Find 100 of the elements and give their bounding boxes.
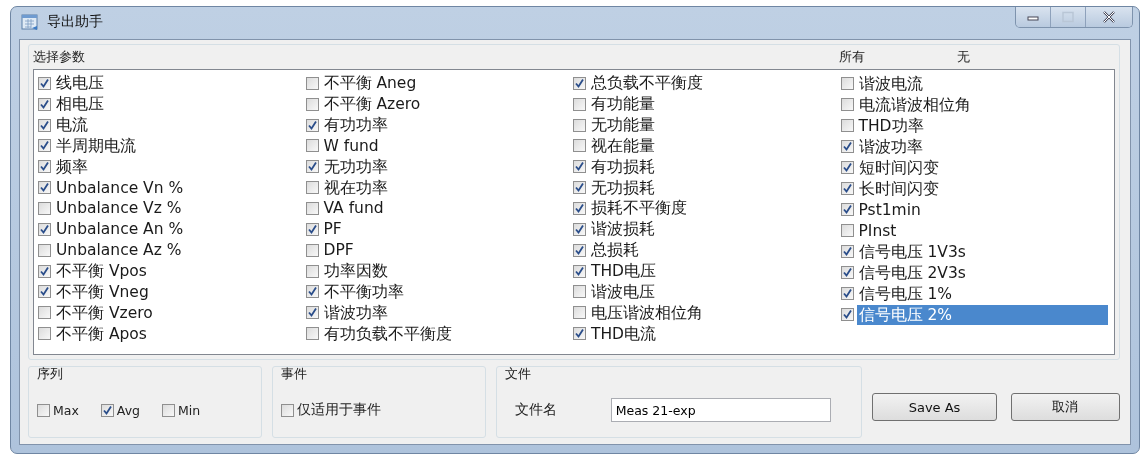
parameter-option[interactable]: 不平衡 Vzero: [54, 302, 155, 323]
checkbox[interactable]: [38, 97, 51, 111]
checkbox[interactable]: [38, 327, 51, 341]
parameter-option[interactable]: Unbalance Vz %: [54, 198, 184, 219]
parameter-option[interactable]: 谐波功率: [856, 136, 925, 157]
checkbox[interactable]: [573, 285, 586, 299]
checkbox[interactable]: [840, 182, 854, 195]
checkbox[interactable]: [840, 119, 854, 132]
checkbox[interactable]: [840, 287, 854, 300]
checkbox[interactable]: [38, 76, 51, 90]
checkbox[interactable]: [305, 306, 319, 320]
checkbox[interactable]: [573, 97, 586, 111]
checkbox[interactable]: [573, 264, 586, 278]
parameter-option[interactable]: 电流: [54, 115, 90, 136]
parameter-option[interactable]: 损耗不平衡度: [589, 198, 689, 219]
checkbox[interactable]: [38, 285, 51, 299]
checkbox[interactable]: [305, 327, 319, 341]
checkbox[interactable]: [305, 97, 319, 111]
parameter-option[interactable]: 信号电压 1%: [856, 283, 955, 304]
checkbox[interactable]: [38, 160, 51, 174]
parameter-option[interactable]: 不平衡 Azero: [321, 94, 423, 115]
parameter-option[interactable]: 谐波功率: [321, 302, 390, 323]
parameter-option[interactable]: DPF: [321, 240, 356, 261]
parameter-option[interactable]: 无功损耗: [589, 177, 657, 198]
checkbox[interactable]: [573, 160, 586, 174]
checkbox[interactable]: [840, 98, 854, 111]
checkbox[interactable]: [305, 139, 319, 153]
checkbox[interactable]: [573, 306, 586, 320]
checkbox[interactable]: [573, 222, 586, 236]
checkbox[interactable]: [38, 118, 51, 132]
parameter-option[interactable]: 不平衡 Aneg: [321, 73, 419, 94]
parameter-option[interactable]: 有功损耗: [589, 156, 657, 177]
parameter-option[interactable]: 功率因数: [321, 261, 390, 281]
parameter-option[interactable]: 有功功率: [321, 115, 390, 136]
parameter-option[interactable]: Unbalance An %: [54, 219, 186, 240]
checkbox[interactable]: [840, 224, 854, 237]
parameter-option[interactable]: 不平衡 Vpos: [54, 261, 149, 281]
checkbox[interactable]: [305, 181, 319, 195]
parameter-option[interactable]: 不平衡功率: [321, 281, 406, 302]
parameter-option[interactable]: 信号电压 1V3s: [856, 241, 968, 262]
checkbox[interactable]: [840, 140, 854, 153]
checkbox[interactable]: [38, 181, 51, 195]
parameter-option[interactable]: THD电流: [589, 323, 659, 344]
parameter-option[interactable]: 无功能量: [589, 115, 657, 136]
parameter-option[interactable]: VA fund: [321, 198, 386, 219]
parameter-option[interactable]: 有功能量: [589, 94, 657, 115]
parameter-option[interactable]: 电压谐波相位角: [589, 302, 705, 323]
checkbox[interactable]: [38, 264, 51, 278]
parameter-option[interactable]: 视在功率: [321, 177, 390, 198]
checkbox[interactable]: [573, 327, 586, 341]
checkbox[interactable]: [840, 308, 854, 321]
parameter-option[interactable]: THD电压: [589, 261, 659, 281]
filename-field[interactable]: Meas 21-exp: [610, 398, 831, 422]
parameter-option[interactable]: 信号电压 2%: [856, 304, 1108, 325]
parameter-option[interactable]: 相电压: [54, 94, 106, 115]
checkbox[interactable]: [162, 403, 175, 417]
checkbox[interactable]: [840, 203, 854, 216]
parameter-option[interactable]: 长时间闪变: [856, 178, 941, 199]
parameter-option[interactable]: 谐波电压: [589, 281, 657, 302]
checkbox[interactable]: [573, 118, 586, 132]
checkbox[interactable]: [573, 76, 586, 90]
checkbox[interactable]: [573, 139, 586, 153]
checkbox[interactable]: [305, 222, 319, 236]
parameter-option[interactable]: PInst: [856, 220, 899, 241]
checkbox[interactable]: [280, 403, 294, 417]
checkbox[interactable]: [38, 202, 51, 215]
checkbox[interactable]: [100, 403, 114, 417]
checkbox[interactable]: [840, 77, 854, 90]
parameter-option[interactable]: 总损耗: [589, 240, 641, 261]
minimize-button[interactable]: [1016, 7, 1050, 27]
parameter-option[interactable]: Unbalance Az %: [54, 240, 184, 261]
parameter-option[interactable]: PF: [321, 219, 344, 240]
parameter-option[interactable]: 信号电压 2V3s: [856, 262, 968, 283]
close-button[interactable]: [1085, 7, 1132, 27]
parameter-option[interactable]: W fund: [321, 135, 381, 156]
parameter-option[interactable]: 短时间闪变: [856, 157, 941, 178]
checkbox[interactable]: [840, 161, 854, 174]
parameter-option[interactable]: Pst1min: [856, 199, 923, 220]
checkbox[interactable]: [305, 118, 319, 132]
parameter-option[interactable]: 不平衡 Apos: [54, 323, 149, 344]
parameter-option[interactable]: 频率: [54, 156, 90, 177]
checkbox[interactable]: [38, 306, 51, 320]
checkbox[interactable]: [305, 202, 319, 215]
cancel-button[interactable]: 取消: [1011, 393, 1120, 421]
parameter-option[interactable]: 视在能量: [589, 135, 657, 156]
parameter-option[interactable]: 线电压: [54, 73, 106, 94]
checkbox[interactable]: [305, 160, 319, 174]
checkbox[interactable]: [305, 264, 319, 278]
checkbox[interactable]: [305, 285, 319, 299]
checkbox[interactable]: [305, 243, 319, 257]
parameter-option[interactable]: 半周期电流: [54, 135, 138, 156]
checkbox[interactable]: [38, 139, 51, 153]
select-all-link[interactable]: 所有: [839, 48, 887, 66]
checkbox[interactable]: [573, 181, 586, 195]
parameter-option[interactable]: 无功功率: [321, 156, 390, 177]
parameter-option[interactable]: 不平衡 Vneg: [54, 281, 151, 302]
checkbox[interactable]: [840, 245, 854, 258]
checkbox[interactable]: [38, 243, 51, 257]
checkbox[interactable]: [573, 243, 586, 257]
checkbox[interactable]: [37, 403, 50, 417]
